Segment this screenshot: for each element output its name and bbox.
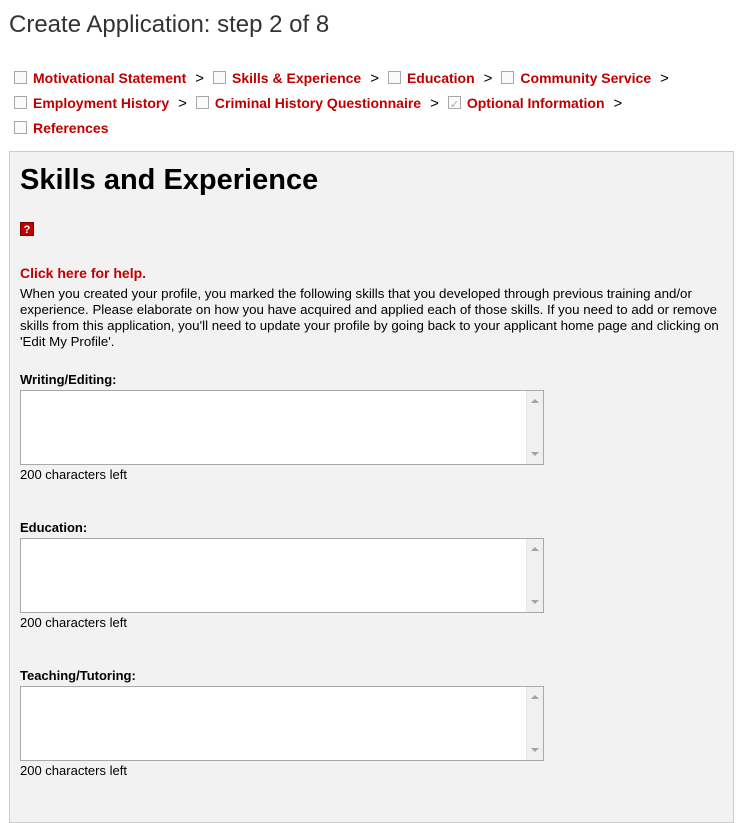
step-link-motivational-statement[interactable]: Motivational Statement bbox=[33, 70, 186, 86]
field-label: Writing/Editing: bbox=[20, 372, 117, 387]
scrollbar[interactable] bbox=[526, 391, 543, 464]
step-community-service: Community Service bbox=[501, 66, 651, 91]
chars-left-counter: 200 characters left bbox=[20, 467, 127, 482]
step-motivational-statement: Motivational Statement bbox=[14, 66, 186, 91]
step-checkbox bbox=[14, 121, 27, 134]
step-link-employment-history[interactable]: Employment History bbox=[33, 95, 169, 111]
scroll-up-icon[interactable] bbox=[531, 399, 539, 403]
scrollbar[interactable] bbox=[526, 687, 543, 760]
step-checkbox-checked bbox=[447, 92, 461, 117]
step-link-community-service[interactable]: Community Service bbox=[520, 70, 651, 86]
step-separator: > bbox=[483, 70, 493, 87]
step-references: References bbox=[14, 116, 109, 141]
scroll-up-icon[interactable] bbox=[531, 547, 539, 551]
field-education: Education: 200 characters left bbox=[20, 520, 550, 631]
step-navigation: Motivational Statement > Skills & Experien… bbox=[14, 66, 734, 141]
scroll-up-icon[interactable] bbox=[531, 695, 539, 699]
chars-left-counter: 200 characters left bbox=[20, 763, 127, 778]
step-education: Education bbox=[387, 66, 475, 91]
textarea-wrapper bbox=[20, 538, 544, 613]
writing-editing-textarea[interactable] bbox=[21, 391, 524, 464]
field-label: Education: bbox=[20, 520, 88, 535]
step-employment-history: Employment History bbox=[14, 91, 169, 116]
field-teaching-tutoring: Teaching/Tutoring: 200 characters left bbox=[20, 668, 550, 779]
scroll-down-icon[interactable] bbox=[531, 452, 539, 456]
scroll-down-icon[interactable] bbox=[531, 600, 539, 604]
step-separator: > bbox=[430, 95, 439, 112]
step-checkbox bbox=[501, 71, 515, 84]
step-link-optional-information[interactable]: Optional Information bbox=[467, 95, 605, 111]
teaching-tutoring-textarea[interactable] bbox=[21, 687, 524, 760]
scrollbar[interactable] bbox=[526, 539, 543, 612]
step-criminal-history: Criminal History Questionnaire bbox=[195, 91, 421, 116]
step-checkbox bbox=[387, 71, 401, 84]
step-link-references[interactable]: References bbox=[33, 120, 109, 136]
step-separator: > bbox=[178, 95, 187, 112]
field-label: Teaching/Tutoring: bbox=[20, 668, 136, 683]
step-separator: > bbox=[613, 95, 623, 112]
field-writing-editing: Writing/Editing: 200 characters left bbox=[20, 372, 550, 483]
step-link-education[interactable]: Education bbox=[407, 70, 475, 86]
education-textarea[interactable] bbox=[21, 539, 524, 612]
skills-panel: Skills and Experience ? Click here for h… bbox=[9, 151, 734, 823]
step-checkbox bbox=[213, 71, 227, 84]
textarea-wrapper bbox=[20, 390, 544, 465]
step-skills-experience: Skills & Experience bbox=[213, 66, 361, 91]
step-checkbox bbox=[14, 96, 27, 109]
step-separator: > bbox=[660, 70, 669, 87]
question-mark-icon[interactable]: ? bbox=[20, 222, 34, 236]
intro-text: When you created your profile, you marke… bbox=[20, 286, 719, 349]
step-separator: > bbox=[370, 70, 379, 87]
step-checkbox bbox=[14, 71, 27, 84]
scroll-down-icon[interactable] bbox=[531, 748, 539, 752]
step-link-skills-experience[interactable]: Skills & Experience bbox=[232, 70, 361, 86]
page-title: Create Application: step 2 of 8 bbox=[9, 11, 330, 38]
step-link-criminal-history[interactable]: Criminal History Questionnaire bbox=[215, 95, 421, 111]
help-link[interactable]: Click here for help. bbox=[20, 265, 146, 281]
section-heading: Skills and Experience bbox=[20, 164, 319, 196]
textarea-wrapper bbox=[20, 686, 544, 761]
step-optional-information: Optional Information bbox=[447, 91, 605, 117]
step-separator: > bbox=[195, 70, 205, 87]
step-checkbox bbox=[195, 96, 209, 109]
chars-left-counter: 200 characters left bbox=[20, 615, 127, 630]
